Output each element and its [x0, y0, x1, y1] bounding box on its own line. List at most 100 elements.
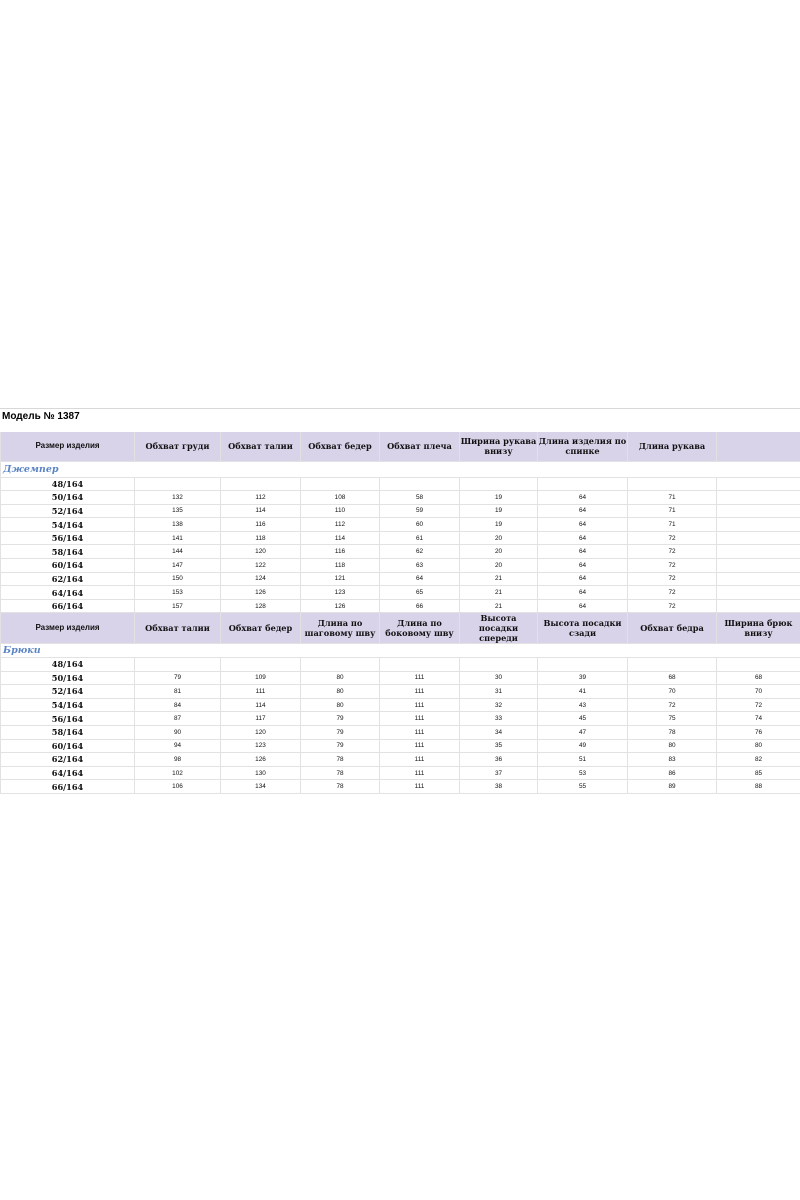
size-cell: 50/164	[0, 671, 135, 686]
table-row: 62/164 150 124 121 64 21 64 72	[0, 572, 800, 587]
value-cell: 62	[379, 544, 460, 560]
size-cell: 48/164	[0, 477, 135, 492]
value-cell: 111	[379, 711, 460, 726]
value-cell: 153	[134, 585, 221, 600]
table-row: 58/164 90 120 79 111 34 47 78 76	[0, 725, 800, 740]
value-cell: 126	[300, 599, 380, 614]
value-cell: 102	[134, 766, 221, 781]
value-cell	[716, 477, 800, 492]
value-cell: 90	[134, 725, 221, 740]
value-cell: 64	[537, 544, 628, 560]
value-cell: 116	[300, 544, 380, 560]
value-cell: 19	[459, 517, 538, 532]
value-cell: 51	[537, 752, 628, 767]
size-cell: 62/164	[0, 572, 135, 587]
value-cell: 36	[459, 752, 538, 767]
column-header: Обхват плеча	[379, 432, 460, 462]
value-cell: 80	[300, 698, 380, 713]
model-title: Модель № 1387	[2, 411, 80, 422]
value-cell: 128	[220, 599, 301, 614]
value-cell: 21	[459, 572, 538, 587]
value-cell: 64	[537, 599, 628, 614]
jumper-section-row: Джемпер	[0, 461, 800, 478]
value-cell	[716, 657, 800, 672]
value-cell: 32	[459, 698, 538, 713]
value-cell: 108	[300, 490, 380, 505]
value-cell: 111	[379, 739, 460, 754]
value-cell	[716, 544, 800, 560]
value-cell: 71	[627, 504, 717, 519]
column-header: Ширина брюк внизу	[716, 613, 800, 644]
value-cell: 124	[220, 572, 301, 587]
size-cell: 52/164	[0, 504, 135, 519]
value-cell: 132	[134, 490, 221, 505]
value-cell: 134	[220, 779, 301, 794]
value-cell: 87	[134, 711, 221, 726]
value-cell: 70	[627, 684, 717, 699]
table-row: 58/164 144 120 116 62 20 64 72	[0, 544, 800, 560]
column-header: Длина по шаговому шву	[300, 613, 380, 644]
value-cell: 35	[459, 739, 538, 754]
value-cell: 72	[627, 572, 717, 587]
column-header: Обхват бедра	[627, 613, 717, 644]
value-cell: 147	[134, 558, 221, 573]
value-cell: 61	[379, 531, 460, 546]
value-cell: 64	[537, 531, 628, 546]
top-rule	[0, 408, 800, 409]
value-cell: 123	[220, 739, 301, 754]
column-header: Высота посадки сзади	[537, 613, 628, 644]
size-cell: 50/164	[0, 490, 135, 505]
section-label: Джемпер	[0, 461, 800, 478]
value-cell: 79	[300, 725, 380, 740]
value-cell	[537, 657, 628, 672]
size-cell: 66/164	[0, 599, 135, 614]
table-row: 48/164	[0, 477, 800, 492]
value-cell: 114	[300, 531, 380, 546]
value-cell	[379, 477, 460, 492]
value-cell: 79	[300, 739, 380, 754]
value-cell: 114	[220, 698, 301, 713]
trousers-section-row: Брюки	[0, 643, 800, 658]
size-cell: 62/164	[0, 752, 135, 767]
value-cell	[627, 477, 717, 492]
size-cell: 60/164	[0, 558, 135, 573]
value-cell: 126	[220, 585, 301, 600]
value-cell: 72	[627, 585, 717, 600]
size-cell: 58/164	[0, 725, 135, 740]
value-cell: 72	[627, 599, 717, 614]
value-cell: 38	[459, 779, 538, 794]
value-cell: 80	[716, 739, 800, 754]
size-cell: 58/164	[0, 544, 135, 560]
value-cell: 20	[459, 558, 538, 573]
size-cell: 56/164	[0, 531, 135, 546]
value-cell: 60	[379, 517, 460, 532]
table-row: 66/164 157 128 126 66 21 64 72	[0, 599, 800, 614]
value-cell: 71	[627, 490, 717, 505]
value-cell: 112	[300, 517, 380, 532]
value-cell: 65	[379, 585, 460, 600]
value-cell: 41	[537, 684, 628, 699]
value-cell: 74	[716, 711, 800, 726]
value-cell: 53	[537, 766, 628, 781]
value-cell: 64	[537, 558, 628, 573]
value-cell: 19	[459, 490, 538, 505]
value-cell	[716, 490, 800, 505]
value-cell: 106	[134, 779, 221, 794]
value-cell: 111	[379, 725, 460, 740]
value-cell: 117	[220, 711, 301, 726]
value-cell: 78	[627, 725, 717, 740]
value-cell: 47	[537, 725, 628, 740]
value-cell	[379, 657, 460, 672]
value-cell: 58	[379, 490, 460, 505]
value-cell: 64	[537, 490, 628, 505]
value-cell: 123	[300, 585, 380, 600]
column-header: Длина рукава	[627, 432, 717, 462]
value-cell: 72	[627, 698, 717, 713]
value-cell	[716, 504, 800, 519]
value-cell: 118	[300, 558, 380, 573]
value-cell: 88	[716, 779, 800, 794]
value-cell: 111	[379, 684, 460, 699]
value-cell: 130	[220, 766, 301, 781]
value-cell	[134, 657, 221, 672]
value-cell: 31	[459, 684, 538, 699]
